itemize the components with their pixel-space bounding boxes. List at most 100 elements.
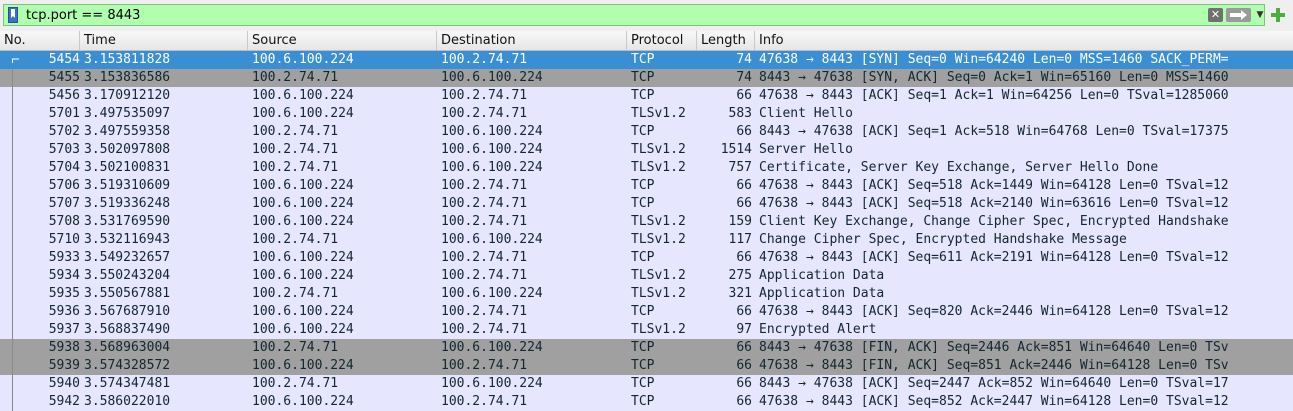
packet-number: 5942 — [48, 394, 80, 409]
packet-number: 5938 — [48, 340, 80, 355]
packet-number: 5701 — [48, 106, 80, 121]
packet-row[interactable]: 5455 3.153836586 100.2.74.71 100.6.100.224 T… — [0, 69, 1293, 87]
packet-number: 5934 — [48, 268, 80, 283]
packet-time: 3.532116943 — [84, 232, 171, 247]
packet-length: 583 — [728, 106, 752, 121]
column-header-destination[interactable]: Destination — [437, 31, 627, 50]
packet-destination: 100.6.100.224 — [441, 70, 543, 85]
packet-length: 66 — [736, 88, 752, 103]
packet-row[interactable]: 5707 3.519336248 100.6.100.224 100.2.74.71 T… — [0, 195, 1293, 213]
packet-list-header: No. Time Source Destination Protocol Len… — [0, 31, 1293, 51]
packet-length: 66 — [736, 304, 752, 319]
packet-protocol: TCP — [631, 70, 655, 85]
packet-number: 5710 — [48, 232, 80, 247]
packet-source: 100.2.74.71 — [252, 286, 339, 301]
packet-row[interactable]: 5934 3.550243204 100.6.100.224 100.2.74.71 T… — [0, 267, 1293, 285]
column-header-length[interactable]: Length — [697, 31, 755, 50]
packet-list[interactable]: 5454 3.153811828 100.6.100.224 100.2.74.71 T… — [0, 51, 1293, 411]
packet-row[interactable]: 5701 3.497535097 100.6.100.224 100.2.74.71 T… — [0, 105, 1293, 123]
packet-info: Application Data — [759, 268, 885, 283]
packet-protocol: TLSv1.2 — [631, 160, 686, 175]
packet-protocol: TCP — [631, 340, 655, 355]
packet-time: 3.586022010 — [84, 394, 171, 409]
packet-number: 5937 — [48, 322, 80, 337]
clear-icon[interactable]: ✕ — [1208, 8, 1223, 22]
packet-length: 66 — [736, 178, 752, 193]
packet-protocol: TLSv1.2 — [631, 232, 686, 247]
packet-time: 3.550243204 — [84, 268, 171, 283]
packet-time: 3.567687910 — [84, 304, 171, 319]
plus-icon[interactable] — [1270, 7, 1286, 23]
packet-row[interactable]: 5942 3.586022010 100.6.100.224 100.2.74.71 T… — [0, 393, 1293, 411]
packet-source: 100.2.74.71 — [252, 340, 339, 355]
packet-length: 321 — [728, 286, 752, 301]
column-header-no[interactable]: No. — [0, 31, 80, 50]
packet-info: Application Data — [759, 286, 885, 301]
packet-row[interactable]: 5702 3.497559358 100.2.74.71 100.6.100.224 T… — [0, 123, 1293, 141]
bookmark-icon[interactable] — [8, 7, 18, 23]
packet-row[interactable]: 5936 3.567687910 100.6.100.224 100.2.74.71 T… — [0, 303, 1293, 321]
packet-destination: 100.6.100.224 — [441, 376, 543, 391]
column-header-source[interactable]: Source — [248, 31, 437, 50]
packet-row[interactable]: 5940 3.574347481 100.2.74.71 100.6.100.224 T… — [0, 375, 1293, 393]
apply-arrow-icon[interactable] — [1226, 8, 1251, 22]
packet-source: 100.6.100.224 — [252, 196, 354, 211]
packet-source: 100.6.100.224 — [252, 178, 354, 193]
packet-number: 5702 — [48, 124, 80, 139]
packet-source: 100.2.74.71 — [252, 124, 339, 139]
packet-row[interactable]: 5454 3.153811828 100.6.100.224 100.2.74.71 T… — [0, 51, 1293, 69]
packet-number: 5454 — [48, 52, 80, 67]
packet-number: 5703 — [48, 142, 80, 157]
packet-length: 275 — [728, 268, 752, 283]
column-header-info[interactable]: Info — [755, 31, 1293, 50]
packet-protocol: TCP — [631, 394, 655, 409]
packet-length: 97 — [736, 322, 752, 337]
packet-destination: 100.6.100.224 — [441, 124, 543, 139]
packet-row[interactable]: 5938 3.568963004 100.2.74.71 100.6.100.224 T… — [0, 339, 1293, 357]
packet-protocol: TCP — [631, 52, 655, 67]
packet-number: 5455 — [48, 70, 80, 85]
packet-time: 3.153836586 — [84, 70, 171, 85]
packet-row[interactable]: 5703 3.502097808 100.2.74.71 100.6.100.224 T… — [0, 141, 1293, 159]
packet-protocol: TLSv1.2 — [631, 322, 686, 337]
packet-protocol: TCP — [631, 376, 655, 391]
display-filter-field[interactable]: ✕ ▼ — [3, 4, 1265, 26]
packet-length: 66 — [736, 358, 752, 373]
packet-row[interactable]: 5933 3.549232657 100.6.100.224 100.2.74.71 T… — [0, 249, 1293, 267]
column-header-time[interactable]: Time — [80, 31, 248, 50]
packet-info: Change Cipher Spec, Encrypted Handshake … — [759, 232, 1127, 247]
packet-row[interactable]: 5706 3.519310609 100.6.100.224 100.2.74.71 T… — [0, 177, 1293, 195]
packet-destination: 100.6.100.224 — [441, 160, 543, 175]
packet-source: 100.2.74.71 — [252, 376, 339, 391]
packet-source: 100.6.100.224 — [252, 304, 354, 319]
packet-protocol: TLSv1.2 — [631, 268, 686, 283]
display-filter-input[interactable] — [26, 6, 1196, 24]
packet-info: Certificate, Server Key Exchange, Server… — [759, 160, 1159, 175]
packet-source: 100.2.74.71 — [252, 232, 339, 247]
packet-time: 3.170912120 — [84, 88, 171, 103]
packet-row[interactable]: 5708 3.531769590 100.6.100.224 100.2.74.71 T… — [0, 213, 1293, 231]
packet-length: 66 — [736, 394, 752, 409]
packet-source: 100.6.100.224 — [252, 322, 354, 337]
packet-row[interactable]: 5939 3.574328572 100.6.100.224 100.2.74.71 T… — [0, 357, 1293, 375]
packet-destination: 100.2.74.71 — [441, 196, 528, 211]
packet-protocol: TCP — [631, 124, 655, 139]
packet-destination: 100.2.74.71 — [441, 394, 528, 409]
column-header-protocol[interactable]: Protocol — [627, 31, 697, 50]
display-filter-toolbar: ✕ ▼ — [0, 0, 1293, 31]
packet-source: 100.2.74.71 — [252, 160, 339, 175]
packet-length: 66 — [736, 250, 752, 265]
packet-row[interactable]: 5710 3.532116943 100.2.74.71 100.6.100.224 T… — [0, 231, 1293, 249]
packet-row[interactable]: 5456 3.170912120 100.6.100.224 100.2.74.71 T… — [0, 87, 1293, 105]
packet-destination: 100.6.100.224 — [441, 286, 543, 301]
packet-row[interactable]: 5935 3.550567881 100.2.74.71 100.6.100.224 T… — [0, 285, 1293, 303]
packet-destination: 100.2.74.71 — [441, 268, 528, 283]
packet-protocol: TLSv1.2 — [631, 286, 686, 301]
packet-length: 66 — [736, 340, 752, 355]
packet-length: 1514 — [720, 142, 752, 157]
chevron-down-icon[interactable]: ▼ — [1255, 7, 1265, 23]
packet-time: 3.574328572 — [84, 358, 171, 373]
packet-row[interactable]: 5704 3.502100831 100.2.74.71 100.6.100.224 T… — [0, 159, 1293, 177]
packet-protocol: TCP — [631, 358, 655, 373]
packet-row[interactable]: 5937 3.568837490 100.6.100.224 100.2.74.71 T… — [0, 321, 1293, 339]
